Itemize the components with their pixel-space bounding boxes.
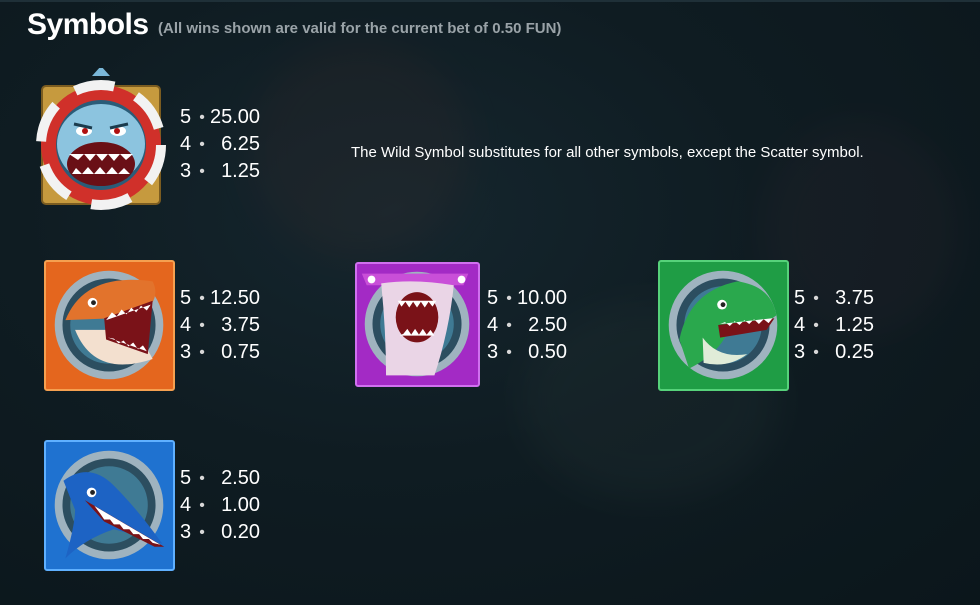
separator-dot: •: [199, 470, 205, 487]
separator-dot: •: [199, 344, 205, 361]
payout-row: 5 • 12.50: [180, 285, 260, 312]
top-divider: [0, 0, 980, 2]
separator-dot: •: [813, 317, 819, 334]
blue-swordfish-shark-icon: [44, 440, 175, 571]
payout-row: 5 • 10.00: [487, 285, 567, 312]
wild-shark-lifebuoy-icon: [32, 68, 170, 210]
separator-dot: •: [813, 344, 819, 361]
payout-count: 4: [180, 133, 192, 155]
separator-dot: •: [199, 524, 205, 541]
payout-row: 4 • 6.25: [180, 131, 260, 158]
payout-value: 2.50: [528, 314, 567, 336]
payout-count: 3: [180, 521, 192, 543]
paytable-green-shark: 5 • 3.75 4 • 1.25 3 • 0.25: [794, 285, 874, 366]
payout-count: 3: [180, 341, 192, 363]
separator-dot: •: [199, 317, 205, 334]
payout-count: 5: [180, 287, 192, 309]
payout-count: 5: [180, 106, 192, 128]
payout-value: 10.00: [517, 287, 568, 309]
orange-shark-icon: [44, 260, 175, 391]
payout-row: 4 • 1.00: [180, 492, 260, 519]
payout-value: 25.00: [210, 106, 261, 128]
payout-count: 4: [487, 314, 499, 336]
payout-value: 2.50: [221, 467, 260, 489]
payout-value: 1.00: [221, 494, 260, 516]
payout-row: 5 • 25.00: [180, 104, 260, 131]
payout-count: 4: [180, 494, 192, 516]
payout-value: 1.25: [835, 314, 874, 336]
payout-value: 1.25: [221, 160, 260, 182]
payout-value: 0.25: [835, 341, 874, 363]
separator-dot: •: [506, 317, 512, 334]
paytable-pink-shark: 5 • 10.00 4 • 2.50 3 • 0.50: [487, 285, 567, 366]
separator-dot: •: [199, 290, 205, 307]
payout-value: 6.25: [221, 133, 260, 155]
payout-row: 3 • 0.25: [794, 339, 874, 366]
payout-value: 3.75: [835, 287, 874, 309]
payout-row: 5 • 2.50: [180, 465, 260, 492]
paytable-blue-shark: 5 • 2.50 4 • 1.00 3 • 0.20: [180, 465, 260, 546]
payout-value: 12.50: [210, 287, 261, 309]
pink-hammerhead-shark-icon: [355, 262, 480, 387]
payout-row: 3 • 0.50: [487, 339, 567, 366]
separator-dot: •: [506, 290, 512, 307]
paytable-wild: 5 • 25.00 4 • 6.25 3 • 1.25: [180, 104, 260, 185]
separator-dot: •: [506, 344, 512, 361]
payout-count: 4: [180, 314, 192, 336]
payout-row: 3 • 0.20: [180, 519, 260, 546]
payout-count: 3: [794, 341, 806, 363]
payout-count: 3: [180, 160, 192, 182]
payout-value: 0.50: [528, 341, 567, 363]
separator-dot: •: [199, 109, 205, 126]
payout-count: 4: [794, 314, 806, 336]
payout-count: 5: [487, 287, 499, 309]
green-shark-icon: [658, 260, 789, 391]
wild-description: The Wild Symbol substitutes for all othe…: [351, 144, 864, 161]
payout-count: 3: [487, 341, 499, 363]
paytable-orange-shark: 5 • 12.50 4 • 3.75 3 • 0.75: [180, 285, 260, 366]
separator-dot: •: [199, 163, 205, 180]
separator-dot: •: [813, 290, 819, 307]
payout-count: 5: [180, 467, 192, 489]
separator-dot: •: [199, 136, 205, 153]
payout-value: 3.75: [221, 314, 260, 336]
payout-row: 3 • 0.75: [180, 339, 260, 366]
bet-note: (All wins shown are valid for the curren…: [158, 19, 562, 37]
payout-row: 4 • 1.25: [794, 312, 874, 339]
payout-row: 3 • 1.25: [180, 158, 260, 185]
payout-row: 4 • 2.50: [487, 312, 567, 339]
payout-value: 0.75: [221, 341, 260, 363]
payout-count: 5: [794, 287, 806, 309]
payout-row: 4 • 3.75: [180, 312, 260, 339]
header: Symbols (All wins shown are valid for th…: [27, 8, 561, 42]
separator-dot: •: [199, 497, 205, 514]
page-title: Symbols: [27, 8, 149, 41]
payout-value: 0.20: [221, 521, 260, 543]
payout-row: 5 • 3.75: [794, 285, 874, 312]
